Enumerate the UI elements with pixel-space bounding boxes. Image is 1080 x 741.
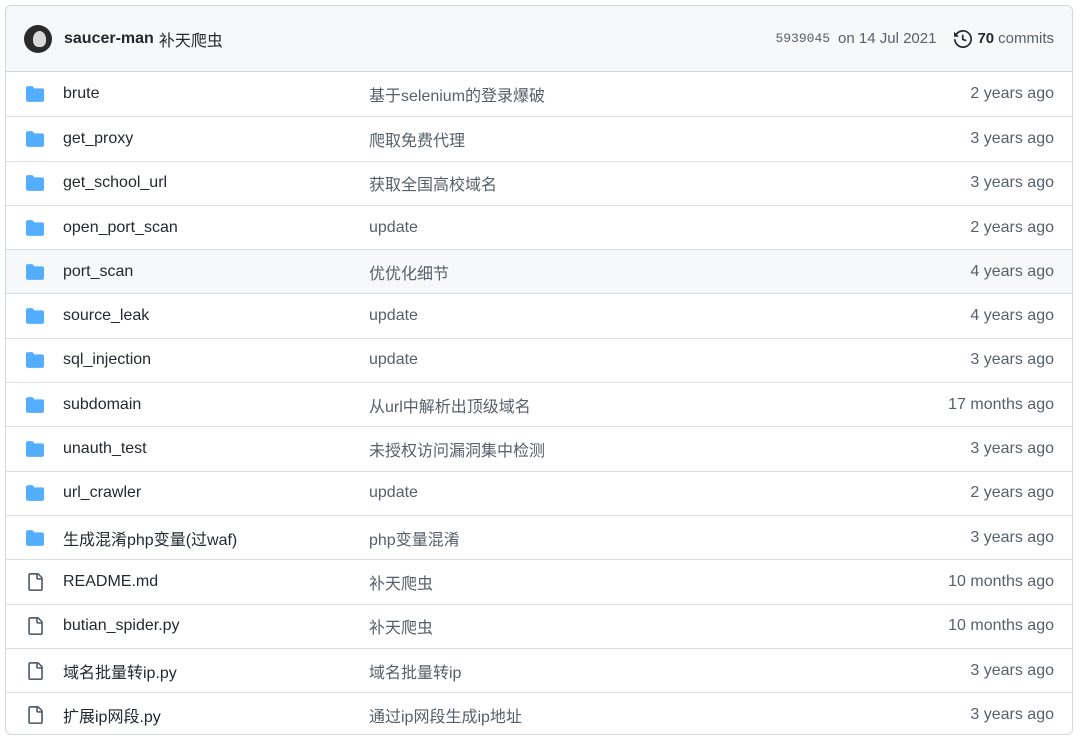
- file-row[interactable]: subdomain 从url中解析出顶级域名 17 months ago: [6, 382, 1072, 426]
- folder-icon: [25, 484, 45, 502]
- folder-icon: [25, 529, 45, 547]
- commits-label: commits: [998, 30, 1054, 47]
- folder-name-link[interactable]: url_crawler: [63, 484, 369, 502]
- folder-name-link[interactable]: sql_injection: [63, 351, 369, 369]
- commit-message-link[interactable]: update: [369, 351, 970, 369]
- folder-icon: [25, 130, 45, 148]
- folder-icon: [25, 219, 45, 237]
- commit-age: 3 years ago: [970, 440, 1054, 458]
- folder-icon: [25, 440, 45, 458]
- file-row[interactable]: port_scan 优优化细节 4 years ago: [6, 249, 1072, 294]
- folder-name-link[interactable]: subdomain: [63, 396, 369, 414]
- commit-message-link[interactable]: update: [369, 219, 970, 237]
- commit-message-link[interactable]: 爬取免费代理: [369, 127, 970, 151]
- file-name-link[interactable]: 扩展ip网段.py: [63, 703, 369, 727]
- commit-message-link[interactable]: php变量混淆: [369, 526, 970, 550]
- file-icon: [25, 661, 45, 680]
- commits-history-link[interactable]: 70 commits: [954, 29, 1054, 48]
- file-icon: [25, 572, 45, 591]
- commit-sha-link[interactable]: 5939045: [775, 31, 830, 46]
- folder-name-link[interactable]: 生成混淆php变量(过waf): [63, 526, 369, 550]
- avatar[interactable]: [24, 24, 52, 53]
- file-row[interactable]: open_port_scan update 2 years ago: [6, 204, 1072, 249]
- file-icon: [25, 617, 45, 636]
- commit-age: 3 years ago: [970, 528, 1054, 546]
- commit-age: 10 months ago: [948, 572, 1054, 590]
- folder-icon: [25, 85, 45, 103]
- commit-age: 3 years ago: [970, 351, 1054, 369]
- commit-author-link[interactable]: saucer-man: [64, 30, 154, 48]
- commit-message-link[interactable]: 获取全国高校域名: [369, 171, 970, 195]
- commit-age: 10 months ago: [948, 617, 1054, 635]
- folder-icon: [25, 174, 45, 192]
- commit-age: 2 years ago: [970, 85, 1054, 103]
- folder-icon: [25, 351, 45, 369]
- commit-age: 3 years ago: [970, 174, 1054, 192]
- commit-age: 2 years ago: [970, 218, 1054, 236]
- commit-message-link[interactable]: update: [369, 484, 970, 502]
- commit-age: 4 years ago: [970, 307, 1054, 325]
- commit-message-link[interactable]: 域名批量转ip: [369, 659, 970, 683]
- commit-message-link[interactable]: 从url中解析出顶级域名: [369, 393, 948, 417]
- commit-message-link[interactable]: 基于selenium的登录爆破: [369, 82, 970, 106]
- folder-name-link[interactable]: unauth_test: [63, 440, 369, 458]
- file-row[interactable]: 扩展ip网段.py 通过ip网段生成ip地址 3 years ago: [6, 692, 1072, 734]
- commit-age: 2 years ago: [970, 484, 1054, 502]
- folder-name-link[interactable]: get_proxy: [63, 130, 369, 148]
- commit-age: 17 months ago: [948, 395, 1054, 413]
- commit-message-link[interactable]: 优优化细节: [369, 260, 970, 284]
- latest-commit-header: saucer-man 补天爬虫 5939045 on 14 Jul 2021 7…: [6, 6, 1072, 72]
- folder-name-link[interactable]: open_port_scan: [63, 219, 369, 237]
- commit-date: on 14 Jul 2021: [838, 30, 937, 47]
- folder-name-link[interactable]: get_school_url: [63, 174, 369, 192]
- file-list: brute 基于selenium的登录爆破 2 years ago get_proxy…: [6, 72, 1072, 734]
- history-icon: [954, 29, 973, 48]
- file-name-link[interactable]: butian_spider.py: [63, 617, 369, 635]
- file-row[interactable]: brute 基于selenium的登录爆破 2 years ago: [6, 72, 1072, 116]
- commit-age: 3 years ago: [970, 129, 1054, 147]
- commit-age: 4 years ago: [970, 262, 1054, 280]
- commit-message-link[interactable]: 补天爬虫: [369, 614, 948, 638]
- folder-name-link[interactable]: source_leak: [63, 307, 369, 325]
- commit-message-link[interactable]: 未授权访问漏洞集中检测: [369, 437, 970, 461]
- file-row[interactable]: butian_spider.py 补天爬虫 10 months ago: [6, 603, 1072, 648]
- commit-message-link[interactable]: 补天爬虫: [159, 27, 223, 51]
- folder-icon: [25, 263, 45, 281]
- commit-age: 3 years ago: [970, 661, 1054, 679]
- folder-icon: [25, 307, 45, 325]
- file-row[interactable]: 域名批量转ip.py 域名批量转ip 3 years ago: [6, 647, 1072, 692]
- commits-count: 70: [977, 30, 995, 47]
- folder-name-link[interactable]: port_scan: [63, 263, 369, 281]
- file-name-link[interactable]: 域名批量转ip.py: [63, 659, 369, 683]
- file-name-link[interactable]: README.md: [63, 573, 369, 591]
- folder-icon: [25, 396, 45, 414]
- file-row[interactable]: url_crawler update 2 years ago: [6, 470, 1072, 515]
- file-row[interactable]: unauth_test 未授权访问漏洞集中检测 3 years ago: [6, 426, 1072, 470]
- file-row[interactable]: README.md 补天爬虫 10 months ago: [6, 559, 1072, 603]
- file-browser: saucer-man 补天爬虫 5939045 on 14 Jul 2021 7…: [5, 5, 1073, 735]
- file-row[interactable]: get_school_url 获取全国高校域名 3 years ago: [6, 160, 1072, 205]
- file-row[interactable]: 生成混淆php变量(过waf) php变量混淆 3 years ago: [6, 514, 1072, 559]
- commit-message-link[interactable]: 通过ip网段生成ip地址: [369, 703, 970, 727]
- file-row[interactable]: sql_injection update 3 years ago: [6, 337, 1072, 382]
- file-icon: [25, 705, 45, 724]
- commit-message-link[interactable]: update: [369, 307, 970, 325]
- folder-name-link[interactable]: brute: [63, 85, 369, 103]
- commit-message-link[interactable]: 补天爬虫: [369, 570, 948, 594]
- file-row[interactable]: source_leak update 4 years ago: [6, 293, 1072, 337]
- commit-age: 3 years ago: [970, 705, 1054, 723]
- file-row[interactable]: get_proxy 爬取免费代理 3 years ago: [6, 116, 1072, 160]
